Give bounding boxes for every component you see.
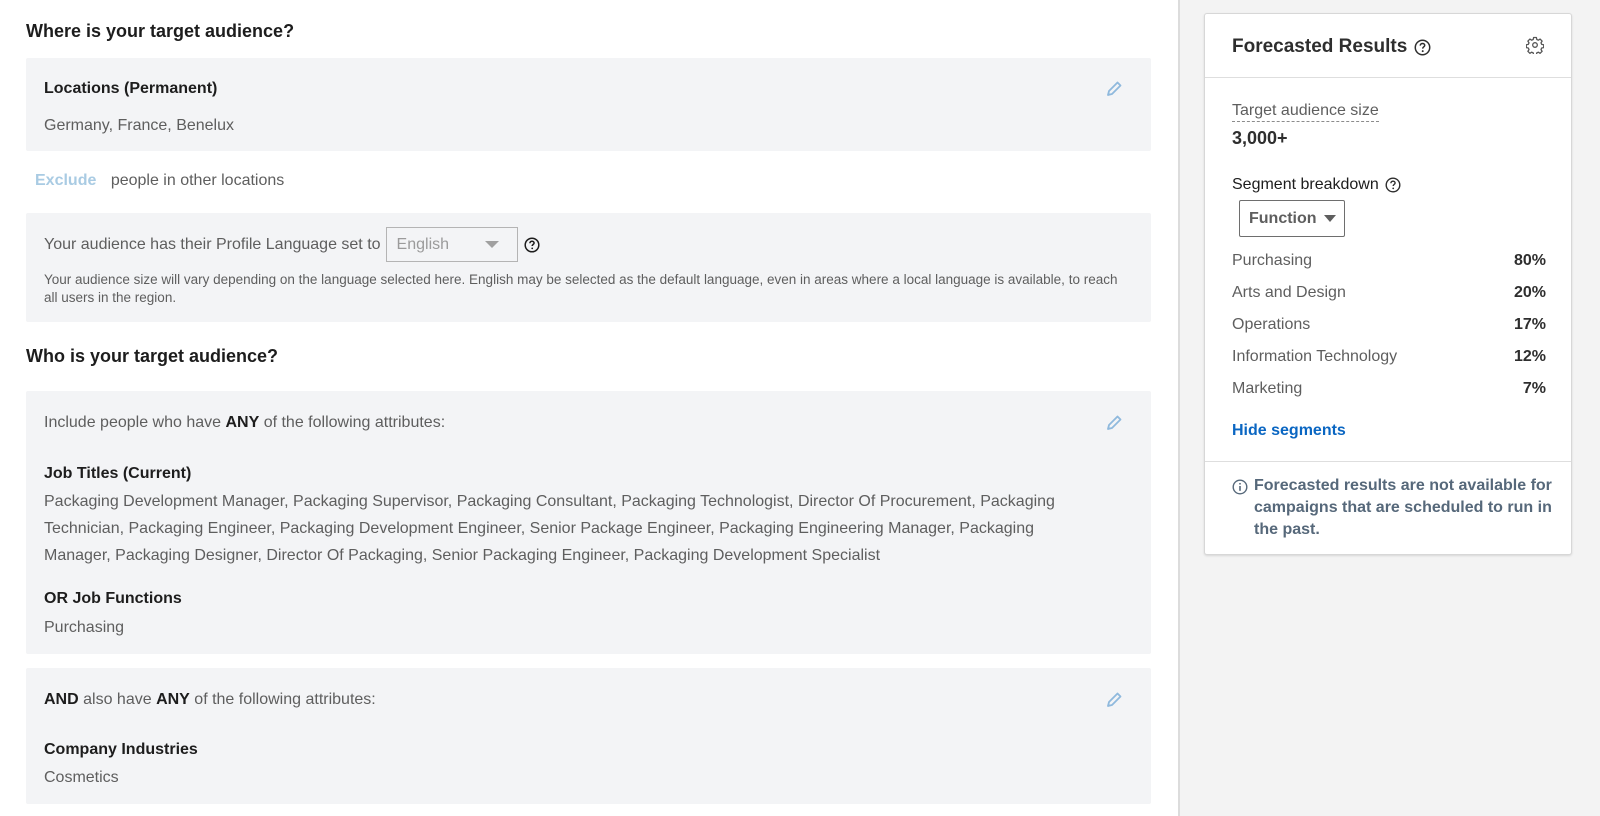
segment-percent: 20% <box>1513 284 1546 301</box>
gear-icon[interactable] <box>1526 36 1544 54</box>
industries-value: Cosmetics <box>44 769 119 786</box>
job-titles-label: Job Titles (Current) <box>44 465 192 482</box>
language-line: Your audience has their Profile Language… <box>44 227 540 262</box>
and-intro-post: of the following attributes: <box>189 691 376 708</box>
segment-name: Marketing <box>1232 380 1303 397</box>
language-prefix: Your audience has their Profile Language… <box>44 235 381 253</box>
segment-row: Operations 17% <box>1232 316 1546 334</box>
segment-select-value: Function <box>1249 209 1317 227</box>
exclude-row: Exclude people in other locations <box>35 172 284 190</box>
and-intro-and: AND <box>44 691 79 708</box>
forecast-title-text: Forecasted Results <box>1232 36 1408 57</box>
target-audience-size-value: 3,000+ <box>1232 128 1288 148</box>
segment-breakdown-text: Segment breakdown <box>1232 176 1379 193</box>
include-intro-pre: Include people who have <box>44 414 226 431</box>
and-intro: AND also have ANY of the following attri… <box>44 691 376 709</box>
who-heading: Who is your target audience? <box>26 346 279 366</box>
hide-segments-link[interactable]: Hide segments <box>1232 422 1346 440</box>
segment-percent: 17% <box>1513 316 1546 333</box>
segment-name: Arts and Design <box>1232 284 1346 301</box>
industries-label: Company Industries <box>44 741 198 758</box>
segment-percent: 80% <box>1513 252 1546 269</box>
include-intro-any: ANY <box>225 414 260 431</box>
language-panel: Your audience has their Profile Language… <box>26 213 1151 322</box>
target-audience-size-label[interactable]: Target audience size <box>1232 102 1379 122</box>
include-intro: Include people who have ANY of the follo… <box>44 414 445 432</box>
forecast-info-text: Forecasted results are not available for… <box>1254 477 1552 538</box>
info-icon <box>1232 479 1248 495</box>
segment-name: Operations <box>1232 316 1311 333</box>
pencil-icon[interactable] <box>1105 80 1123 98</box>
help-icon[interactable] <box>1385 177 1401 193</box>
pencil-icon[interactable] <box>1105 691 1123 709</box>
segment-row: Marketing 7% <box>1232 380 1546 398</box>
where-heading: Where is your target audience? <box>26 21 295 41</box>
segment-select[interactable]: Function <box>1239 200 1345 237</box>
exclude-text: people in other locations <box>110 172 285 189</box>
main-content: Where is your target audience? Locations… <box>0 0 1178 816</box>
forecast-title: Forecasted Results <box>1232 36 1431 58</box>
language-note: Your audience size will vary depending o… <box>44 272 1118 305</box>
segment-row: Purchasing 80% <box>1232 252 1546 270</box>
help-icon[interactable] <box>1414 39 1431 56</box>
forecast-card-header: Forecasted Results <box>1205 14 1571 78</box>
exclude-link[interactable]: Exclude <box>35 172 96 189</box>
locations-label: Locations (Permanent) <box>44 80 218 97</box>
language-select[interactable]: English <box>385 227 518 262</box>
segment-row: Arts and Design 20% <box>1232 284 1546 302</box>
and-panel: AND also have ANY of the following attri… <box>26 668 1151 804</box>
segment-row: Information Technology 12% <box>1232 348 1546 366</box>
language-selected: English <box>396 235 450 253</box>
locations-panel: Locations (Permanent) Germany, France, B… <box>26 58 1151 151</box>
segment-percent: 12% <box>1513 348 1546 365</box>
help-icon[interactable] <box>523 236 540 253</box>
segment-name: Purchasing <box>1232 252 1313 269</box>
segment-breakdown-label: Segment breakdown <box>1232 176 1401 194</box>
and-intro-mid: also have <box>78 691 157 708</box>
segment-percent: 7% <box>1522 380 1546 397</box>
job-functions-label: OR Job Functions <box>44 590 182 607</box>
forecast-sidebar: Forecasted Results Target audience size … <box>1180 0 1600 816</box>
job-functions-value: Purchasing <box>44 619 125 636</box>
locations-value: Germany, France, Benelux <box>44 117 235 134</box>
and-intro-any: ANY <box>156 691 190 708</box>
forecast-card: Forecasted Results Target audience size … <box>1204 13 1572 555</box>
forecast-card-footer: Forecasted results are not available for… <box>1205 461 1571 538</box>
chevron-down-icon <box>1323 215 1336 222</box>
include-panel: Include people who have ANY of the follo… <box>26 391 1151 654</box>
include-intro-post: of the following attributes: <box>259 414 446 431</box>
job-titles-value: Packaging Development Manager, Packaging… <box>44 493 1055 564</box>
pencil-icon[interactable] <box>1105 414 1123 432</box>
segment-name: Information Technology <box>1232 348 1398 365</box>
chevron-down-icon <box>484 241 499 248</box>
